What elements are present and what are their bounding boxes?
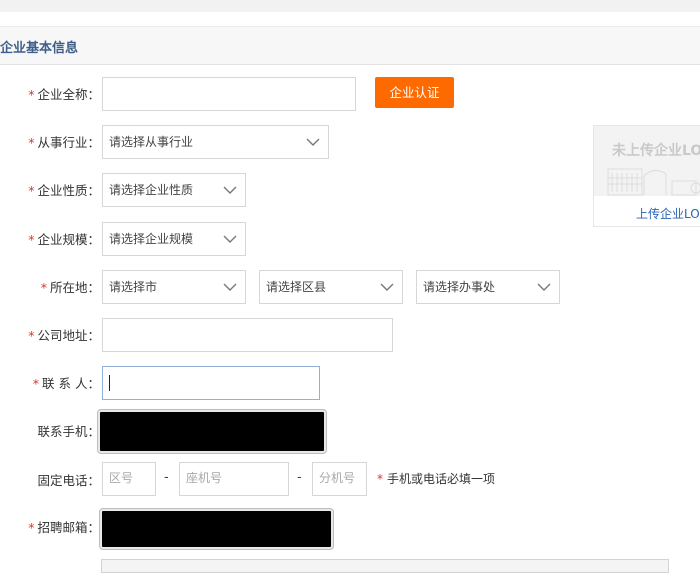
- mobile-label: 联系手机：: [37, 424, 100, 439]
- city-select[interactable]: 请选择市: [102, 270, 246, 304]
- area-code-input[interactable]: 区号: [102, 462, 156, 496]
- industry-selected: 请选择从事行业: [109, 135, 194, 149]
- industry-label: * 从事行业：: [28, 135, 100, 150]
- nature-selected: 请选择企业性质: [109, 183, 194, 197]
- required-mark: *: [28, 87, 35, 102]
- chevron-down-icon: [223, 186, 237, 194]
- location-label: * 所在地：: [40, 280, 100, 295]
- address-input[interactable]: [102, 318, 393, 352]
- industry-select[interactable]: 请选择从事行业: [102, 125, 329, 159]
- logo-placeholder-image: 未上传企业LOGO: [594, 126, 700, 196]
- company-verify-button[interactable]: 企业认证: [375, 77, 454, 108]
- text-caret: [109, 374, 110, 391]
- required-mark: *: [28, 328, 35, 343]
- district-select[interactable]: 请选择区县: [259, 270, 403, 304]
- chevron-down-icon: [537, 283, 551, 291]
- phone-hint: * 手机或电话必填一项: [377, 472, 496, 486]
- required-mark: *: [28, 520, 35, 535]
- office-select[interactable]: 请选择办事处: [416, 270, 560, 304]
- editor-toolbar: [101, 559, 669, 573]
- phone-label: 固定电话：: [37, 473, 100, 488]
- required-mark: *: [377, 472, 383, 486]
- phone-number-input[interactable]: 座机号: [179, 462, 289, 496]
- section-header: 企业基本信息: [0, 26, 700, 65]
- district-selected: 请选择区县: [266, 280, 327, 294]
- required-mark: *: [28, 232, 35, 247]
- required-mark: *: [28, 183, 35, 198]
- separator-dash: -: [297, 470, 302, 485]
- required-mark: *: [40, 280, 47, 295]
- logo-empty-caption: 未上传企业LOGO: [612, 143, 700, 159]
- scale-select[interactable]: 请选择企业规模: [102, 222, 246, 256]
- nature-label: * 企业性质：: [28, 183, 100, 198]
- chevron-down-icon: [306, 138, 320, 146]
- company-name-input[interactable]: [102, 77, 356, 111]
- contact-input[interactable]: [102, 366, 320, 400]
- required-mark: *: [28, 135, 35, 150]
- scale-label: * 企业规模：: [28, 232, 100, 247]
- email-label: * 招聘邮箱：: [28, 520, 100, 535]
- extension-input[interactable]: 分机号: [312, 462, 367, 496]
- chevron-down-icon: [223, 235, 237, 243]
- nature-select[interactable]: 请选择企业性质: [102, 173, 246, 207]
- address-label: * 公司地址：: [28, 328, 100, 343]
- chevron-down-icon: [380, 283, 394, 291]
- email-input-redacted[interactable]: [100, 509, 333, 549]
- top-band: [0, 0, 700, 12]
- mobile-input-redacted[interactable]: [98, 410, 326, 453]
- scale-selected: 请选择企业规模: [109, 232, 194, 246]
- required-mark: *: [32, 376, 40, 391]
- building-illustration-icon: [607, 168, 700, 196]
- separator-dash: -: [164, 470, 169, 485]
- city-selected: 请选择市: [109, 280, 158, 294]
- upload-logo-link[interactable]: 上传企业LOGO: [636, 205, 700, 222]
- section-title: 企业基本信息: [0, 41, 79, 56]
- contact-label: * 联 系 人：: [32, 376, 100, 391]
- company-name-label: * 企业全称：: [28, 87, 100, 102]
- office-selected: 请选择办事处: [423, 280, 496, 294]
- chevron-down-icon: [223, 283, 237, 291]
- logo-upload-card[interactable]: 未上传企业LOGO 上传企业LOGO: [593, 125, 700, 227]
